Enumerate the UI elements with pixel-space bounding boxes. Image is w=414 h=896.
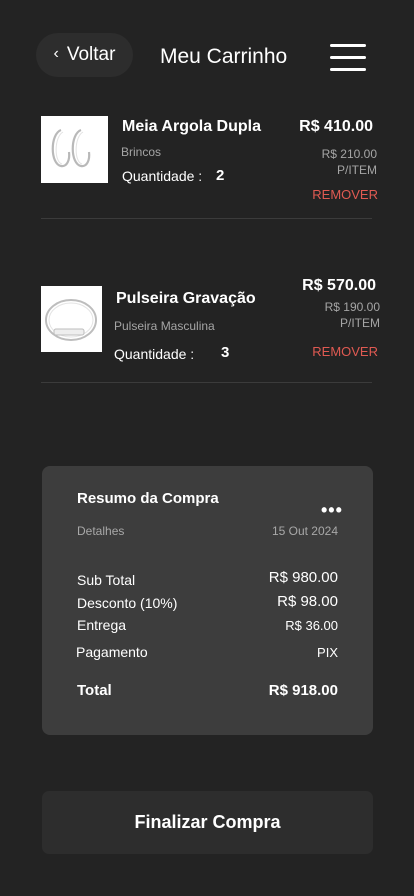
product-image-earrings[interactable] <box>41 116 108 183</box>
item-unit-price: R$ 190.00 <box>324 300 380 314</box>
bracelet-image <box>41 286 102 352</box>
remove-button[interactable]: REMOVER <box>312 344 378 359</box>
item-unit-suffix: P/ITEM <box>339 316 380 330</box>
payment-value: PIX <box>317 645 338 660</box>
summary-details-label: Detalhes <box>77 524 125 538</box>
more-dots-icon[interactable]: ••• <box>321 500 343 521</box>
shipping-label: Entrega <box>77 617 127 633</box>
item-category: Brincos <box>121 145 162 159</box>
payment-label: Pagamento <box>76 644 148 660</box>
checkout-button[interactable]: Finalizar Compra <box>42 791 373 854</box>
subtotal-value: R$ 980.00 <box>268 569 338 586</box>
quantity-label: Quantidade : <box>122 168 203 184</box>
discount-value: R$ 98.00 <box>277 593 338 610</box>
remove-button[interactable]: REMOVER <box>312 187 378 202</box>
shipping-value: R$ 36.00 <box>285 618 338 633</box>
summary-date: 15 Out 2024 <box>271 524 338 538</box>
back-label: Voltar <box>66 44 116 65</box>
item-category: Pulseira Masculina <box>114 319 215 333</box>
item-total-price: R$ 410.00 <box>299 118 373 135</box>
item-name: Pulseira Gravação <box>116 290 256 307</box>
quantity-label: Quantidade : <box>114 346 195 362</box>
item-name: Meia Argola Dupla <box>122 118 261 135</box>
item-unit-suffix: P/ITEM <box>336 163 377 177</box>
subtotal-label: Sub Total <box>77 572 136 588</box>
item-divider <box>41 218 372 219</box>
item-total-price: R$ 570.00 <box>302 277 376 294</box>
hamburger-menu-icon[interactable] <box>330 44 368 71</box>
summary-title: Resumo da Compra <box>77 490 219 507</box>
product-image-bracelet[interactable] <box>41 286 102 352</box>
item-divider <box>41 382 372 383</box>
item-unit-price: R$ 210.00 <box>321 147 377 161</box>
quantity-value: 2 <box>216 167 225 184</box>
total-value: R$ 918.00 <box>268 682 338 699</box>
total-label: Total <box>77 682 112 699</box>
chevron-left-icon: ‹ <box>53 45 59 62</box>
page-title: Meu Carrinho <box>160 45 288 68</box>
back-button[interactable]: ‹ Voltar <box>36 33 133 77</box>
earrings-image <box>41 116 108 183</box>
quantity-value: 3 <box>221 344 230 361</box>
discount-label: Desconto (10%) <box>77 595 178 611</box>
